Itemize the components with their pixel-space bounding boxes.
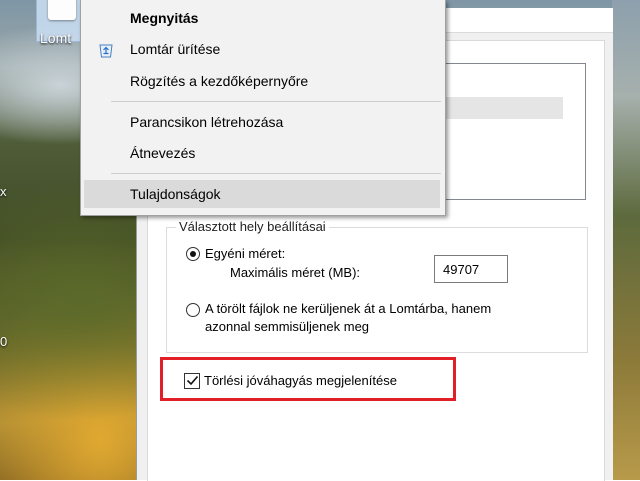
delete-immediately-label-line1[interactable]: A törölt fájlok ne kerüljenek át a Lomtá… [205,301,491,316]
custom-size-label[interactable]: Egyéni méret: [205,246,285,261]
menu-separator [111,173,441,174]
menu-item-create-shortcut[interactable]: Parancsikon létrehozása [84,108,440,136]
show-delete-confirmation-label[interactable]: Törlési jóváhagyás megjelenítése [204,373,397,388]
checkmark-icon [186,375,199,386]
desktop-edge-label-2: 0 [0,334,8,349]
menu-item-empty-recycle-bin[interactable]: Lomtár ürítése [84,35,440,63]
context-menu: Megnyitás Lomtár ürítése Rögzítés a kezd… [80,0,446,216]
recycle-bin-icon [48,0,76,20]
menu-item-open[interactable]: Megnyitás [84,4,440,32]
custom-size-radio[interactable] [186,247,200,261]
group-label: Választott hely beállításai [176,219,329,234]
menu-item-rename[interactable]: Átnevezés [84,139,440,167]
menu-item-pin-to-start[interactable]: Rögzítés a kezdőképernyőre [84,67,440,95]
delete-immediately-radio[interactable] [186,303,200,317]
desktop-edge [612,0,640,480]
menu-item-properties[interactable]: Tulajdonságok [84,180,440,208]
max-size-label: Maximális méret (MB): [230,265,361,280]
desktop-icon-label[interactable]: Lomt [40,30,71,46]
menu-separator [111,101,441,102]
show-delete-confirmation-checkbox[interactable] [184,373,200,389]
max-size-input[interactable] [434,255,508,283]
desktop-edge-label-1: x [0,184,7,199]
delete-immediately-label-line2[interactable]: azonnal semmisüljenek meg [205,319,369,334]
